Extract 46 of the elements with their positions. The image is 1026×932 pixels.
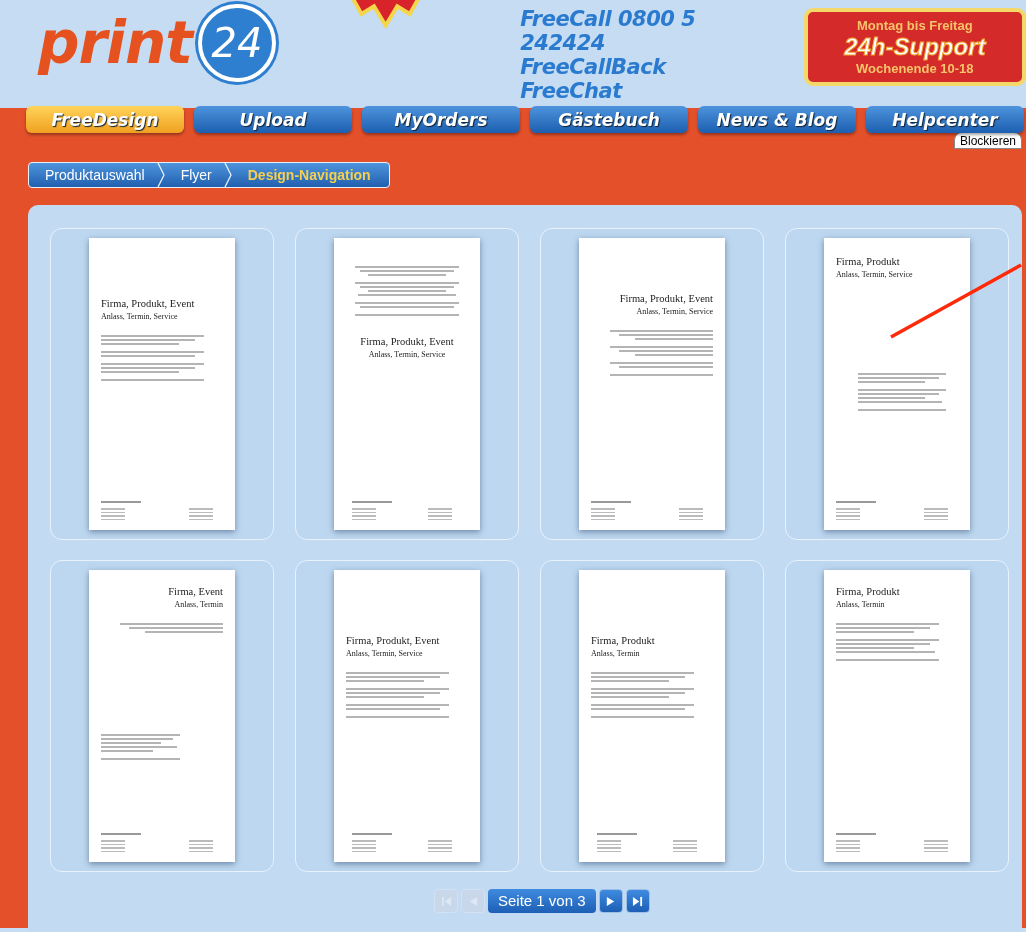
design-card[interactable]: Firma, Produkt Anlass, Termin, Service	[785, 228, 1009, 540]
flyer-title: Firma, Produkt, Event	[619, 293, 713, 304]
nav-tab[interactable]: Upload	[194, 106, 352, 133]
nav-tab[interactable]: Helpcenter	[866, 106, 1024, 133]
flyer-subtitle: Anlass, Termin	[591, 649, 641, 658]
design-card[interactable]: Firma, Produkt, Event Anlass, Termin, Service	[50, 228, 274, 540]
flyer-title: Firma, Produkt	[836, 256, 901, 267]
next-page-button[interactable]	[598, 889, 623, 913]
design-card[interactable]: Firma, Produkt, Event Anlass, Termin, Service	[295, 228, 519, 540]
nav-tab[interactable]: MyOrders	[362, 106, 520, 133]
support-banner[interactable]: Montag bis Freitag 24h-Support Wochenende 10-18	[803, 8, 1026, 86]
nav-tab[interactable]: Gästebuch	[530, 106, 688, 133]
flyer-subtitle: Anlass, Termin, Service	[636, 307, 713, 316]
support-days: Montag bis Freitag	[857, 18, 973, 33]
nav-tab[interactable]: News & Blog	[698, 106, 856, 133]
last-page-button[interactable]	[625, 889, 650, 913]
flyer-title: Firma, Produkt, Event	[360, 336, 454, 347]
flyer-subtitle: Anlass, Termin	[836, 600, 886, 609]
logo-badge: 24	[198, 4, 277, 82]
flyer-title: Firma, Produkt, Event	[101, 298, 196, 309]
design-card[interactable]: Firma, Event Anlass, Termin	[50, 560, 274, 872]
contact-link[interactable]: FreeCallBack	[520, 55, 778, 79]
flyer-title: Firma, Event	[168, 586, 223, 597]
design-card[interactable]: Firma, Produkt Anlass, Termin	[540, 560, 764, 872]
breadcrumb-link[interactable]: Design-Navigation	[231, 167, 383, 183]
flyer-subtitle: Anlass, Termin, Service	[368, 350, 446, 359]
next-icon	[605, 895, 617, 907]
design-card[interactable]: Firma, Produkt, Event Anlass, Termin, Service	[540, 228, 764, 540]
breadcrumb-link[interactable]: Flyer	[164, 167, 224, 183]
breadcrumb-link[interactable]: Produktauswahl	[29, 167, 157, 183]
logo-word: print	[38, 9, 193, 77]
page-indicator: Seite 1 von 3	[488, 889, 596, 913]
contact-link[interactable]: FreeChat	[520, 79, 778, 103]
design-card[interactable]: Firma, Produkt Anlass, Termin	[785, 560, 1009, 872]
flyer-title: Firma, Produkt	[836, 586, 901, 597]
support-title: 24h-Support	[844, 33, 986, 61]
flyer-subtitle: Anlass, Termin, Service	[346, 649, 424, 658]
flyer-title: Firma, Produkt	[591, 635, 656, 646]
contact-link[interactable]: FreeCall 0800 5 242424	[520, 7, 778, 55]
flyer-subtitle: Anlass, Termin, Service	[101, 312, 179, 321]
last-page-icon	[632, 895, 644, 907]
flyer-subtitle: Anlass, Termin	[174, 600, 223, 609]
support-weekend: Wochenende 10-18	[856, 61, 974, 76]
flyer-subtitle: Anlass, Termin, Service	[836, 270, 914, 279]
flyer-title: Firma, Produkt, Event	[346, 635, 441, 646]
design-card[interactable]: Firma, Produkt, Event Anlass, Termin, Service	[295, 560, 519, 872]
